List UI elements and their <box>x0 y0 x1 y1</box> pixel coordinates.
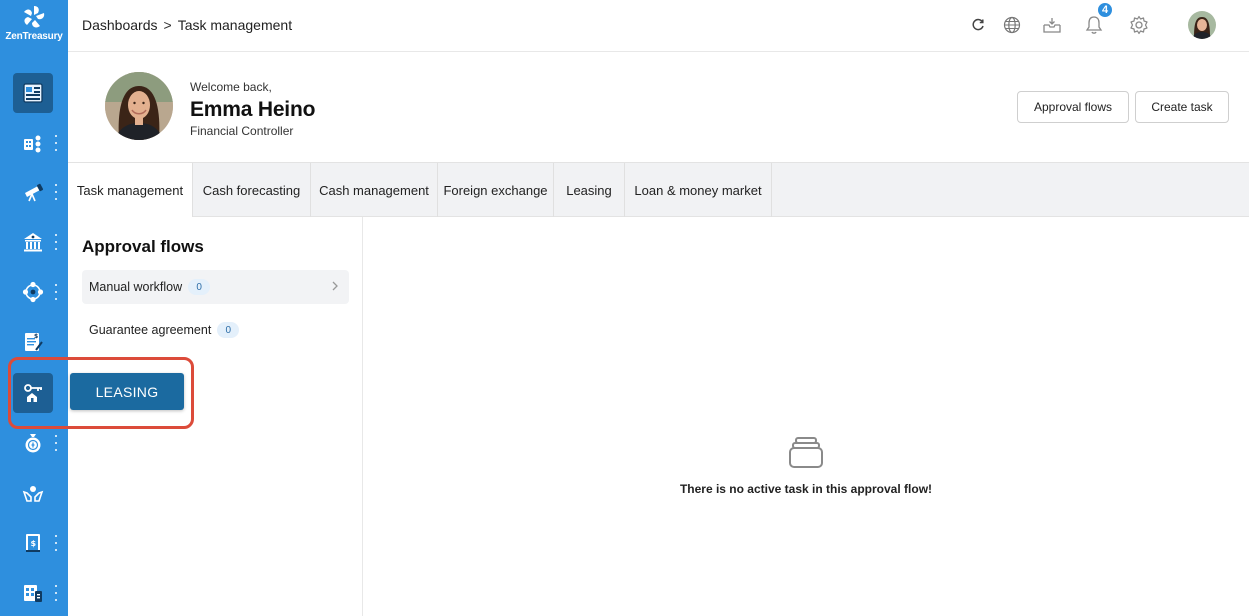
sidebar-item-money-bag[interactable] <box>13 423 53 463</box>
leasing-tooltip: LEASING <box>70 373 184 410</box>
inbox-download-icon <box>1043 18 1061 33</box>
sidebar-item-telescope-menu[interactable] <box>54 184 58 200</box>
profile-avatar <box>105 72 173 140</box>
sidebar: ZenTreasury $ $ <box>0 0 68 616</box>
user-role: Financial Controller <box>190 124 294 138</box>
sidebar-item-telescope[interactable] <box>13 172 53 212</box>
money-bag-icon <box>25 434 41 453</box>
create-task-button[interactable]: Create task <box>1135 91 1229 123</box>
globe-icon <box>1003 16 1021 34</box>
sidebar-item-hands[interactable] <box>13 473 53 513</box>
sidebar-item-network[interactable] <box>13 272 53 312</box>
flow-item-label: Manual workflow <box>89 280 183 294</box>
empty-state: There is no active task in this approval… <box>363 217 1249 616</box>
sidebar-item-money-bag-menu[interactable] <box>54 435 58 451</box>
flow-item-count-badge: 0 <box>217 322 240 338</box>
sidebar-item-ledger-menu[interactable] <box>54 535 58 551</box>
tab-foreign-exchange[interactable]: Foreign exchange <box>438 163 554 217</box>
approval-flows-button[interactable]: Approval flows <box>1017 91 1129 123</box>
sidebar-item-report-menu[interactable] <box>54 585 58 601</box>
sidebar-item-dashboard[interactable] <box>13 73 53 113</box>
gear-icon <box>1130 15 1148 35</box>
welcome-text: Welcome back, <box>190 80 272 94</box>
hands-icon <box>22 486 44 502</box>
dashboard-icon <box>23 83 43 103</box>
entities-icon <box>24 135 41 153</box>
brand-logo[interactable]: ZenTreasury <box>0 4 68 48</box>
flow-item-manual-workflow[interactable]: Manual workflow 0 <box>82 270 349 304</box>
sidebar-item-bank[interactable] <box>13 222 53 262</box>
tab-loan-money-market[interactable]: Loan & money market <box>625 163 772 217</box>
ledger-icon: $ <box>26 534 40 552</box>
user-name: Emma Heino <box>190 98 316 121</box>
breadcrumb: Dashboards > Task management <box>82 17 292 33</box>
telescope-icon <box>25 183 44 202</box>
tab-leasing[interactable]: Leasing <box>554 163 625 217</box>
download-button[interactable] <box>1037 10 1067 40</box>
network-icon <box>22 281 44 303</box>
tab-cash-forecasting[interactable]: Cash forecasting <box>193 163 311 217</box>
flow-item-label: Guarantee agreement <box>89 323 212 337</box>
empty-state-message: There is no active task in this approval… <box>679 482 933 496</box>
notifications-button[interactable]: 4 <box>1079 1 1114 40</box>
user-avatar[interactable] <box>1188 11 1216 39</box>
module-tabs: Task management Cash forecasting Cash ma… <box>68 162 1249 217</box>
breadcrumb-separator: > <box>163 17 172 33</box>
breadcrumb-root[interactable]: Dashboards <box>82 17 158 33</box>
sidebar-item-ledger[interactable]: $ <box>13 523 53 563</box>
flow-item-guarantee-agreement[interactable]: Guarantee agreement 0 <box>82 313 349 347</box>
tab-task-management[interactable]: Task management <box>68 163 193 217</box>
top-icons: 4 <box>972 1 1249 42</box>
flow-item-count-badge: 0 <box>188 279 211 295</box>
invoice-icon: $ <box>25 333 43 351</box>
brand-name: ZenTreasury <box>5 31 63 42</box>
sidebar-item-network-menu[interactable] <box>54 284 58 300</box>
zentreasury-logo-icon <box>24 6 45 28</box>
svg-text:$: $ <box>31 539 37 548</box>
svg-text:$: $ <box>34 333 38 340</box>
sidebar-item-bank-menu[interactable] <box>54 234 58 250</box>
settings-button[interactable] <box>1124 10 1154 40</box>
refresh-icon <box>972 18 984 31</box>
breadcrumb-current: Task management <box>177 17 293 33</box>
bank-icon <box>24 233 42 252</box>
avatar-image <box>1188 11 1216 39</box>
welcome-header: Welcome back, Emma Heino Financial Contr… <box>68 52 1249 162</box>
empty-box-icon <box>789 437 823 468</box>
panel-title: Approval flows <box>82 237 204 256</box>
top-bar: Dashboards > Task management 4 <box>68 0 1249 52</box>
language-button[interactable] <box>997 10 1027 40</box>
sidebar-item-invoice[interactable]: $ <box>13 322 53 362</box>
notification-count-badge: 4 <box>1096 1 1114 19</box>
chevron-right-icon <box>332 281 338 291</box>
sidebar-item-report[interactable] <box>13 573 53 613</box>
report-icon <box>24 585 42 602</box>
profile-photo <box>105 72 173 140</box>
refresh-button[interactable] <box>963 10 993 40</box>
sidebar-item-entities-menu[interactable] <box>54 135 58 151</box>
sidebar-item-entities[interactable] <box>13 123 53 163</box>
tab-cash-management[interactable]: Cash management <box>311 163 438 217</box>
